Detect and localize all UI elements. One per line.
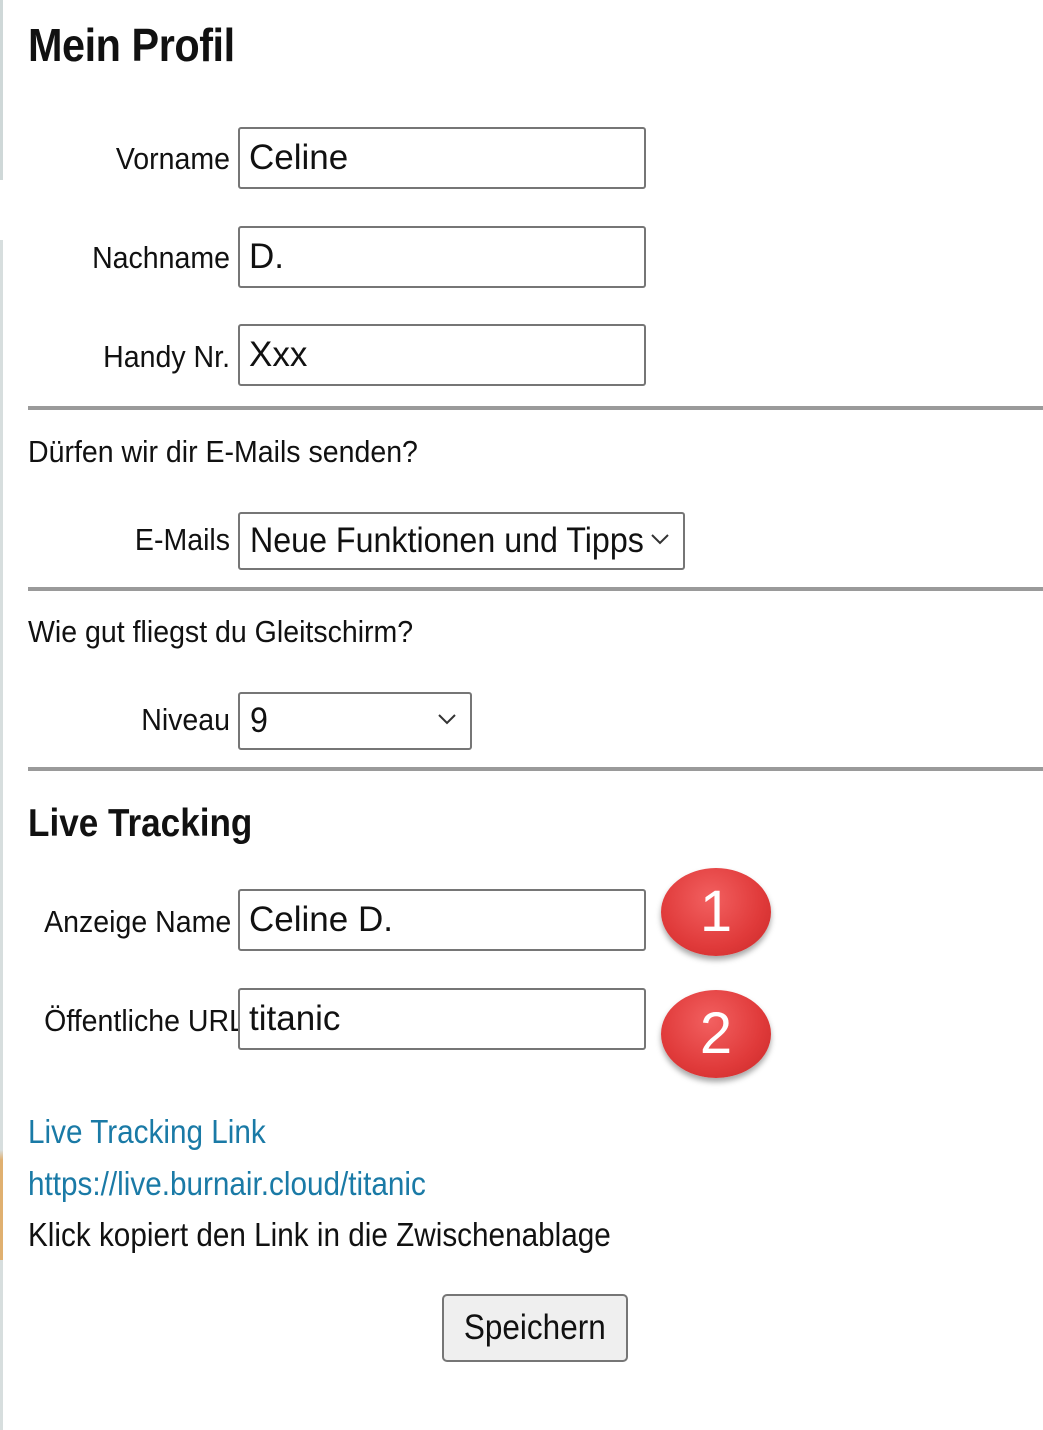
save-button-label: Speichern (464, 1308, 606, 1347)
divider (28, 406, 1043, 410)
divider (28, 587, 1043, 591)
nachname-input[interactable] (238, 226, 646, 288)
public-url-input[interactable] (238, 988, 646, 1050)
live-tracking-heading: Live Tracking (28, 802, 253, 845)
save-button[interactable]: Speichern (442, 1294, 628, 1362)
chevron-down-icon (438, 714, 456, 725)
annotation-badge-1: 1 (661, 868, 771, 956)
page-title: Mein Profil (28, 19, 235, 71)
vorname-input[interactable] (238, 127, 646, 189)
emails-label: E-Mails (134, 522, 230, 557)
chevron-down-icon (651, 534, 669, 545)
left-edge-strip (0, 0, 3, 1430)
nachname-label: Nachname (92, 240, 230, 275)
public-url-label: Öffentliche URL (44, 1003, 245, 1038)
display-name-label: Anzeige Name (44, 904, 232, 939)
annotation-badge-2: 2 (661, 990, 771, 1078)
emails-select[interactable]: Neue Funktionen und Tipps (238, 512, 685, 570)
display-name-input[interactable] (238, 889, 646, 951)
live-tracking-link-label[interactable]: Live Tracking Link (28, 1113, 266, 1151)
profile-page: Mein Profil Vorname Nachname Handy Nr. D… (28, 0, 1043, 1430)
level-question: Wie gut fliegst du Gleitschirm? (28, 614, 414, 649)
copy-hint-text: Klick kopiert den Link in die Zwischenab… (28, 1216, 611, 1253)
handy-label: Handy Nr. (103, 339, 230, 374)
live-tracking-url-link[interactable]: https://live.burnair.cloud/titanic (28, 1165, 426, 1203)
niveau-select-value: 9 (250, 701, 268, 740)
vorname-label: Vorname (115, 141, 230, 176)
divider (28, 767, 1043, 771)
emails-select-value: Neue Funktionen und Tipps (250, 521, 644, 560)
niveau-label: Niveau (141, 702, 230, 737)
email-question: Dürfen wir dir E-Mails senden? (28, 434, 418, 469)
niveau-select[interactable]: 9 (238, 692, 472, 750)
handy-input[interactable] (238, 324, 646, 386)
